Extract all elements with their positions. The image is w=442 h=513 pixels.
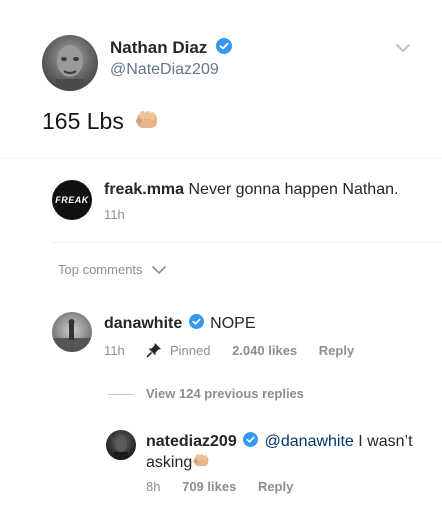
chevron-down-icon <box>152 263 166 278</box>
caption-time: 11h <box>104 207 125 222</box>
view-previous-replies-button[interactable]: View 124 previous replies <box>146 386 304 401</box>
natediaz209-username[interactable]: natediaz209 <box>146 433 237 450</box>
tweet-author-avatar[interactable] <box>42 35 98 91</box>
view-replies-line <box>108 394 134 395</box>
fist-emoji-icon <box>192 452 212 474</box>
caption-row: freak.mma Never gonna happen Nathan. <box>104 181 398 199</box>
reply-likes[interactable]: 709 likes <box>182 479 236 494</box>
silhouette-graphic <box>52 319 92 352</box>
natediaz209-avatar[interactable] <box>106 430 136 460</box>
natediaz209-reply-meta: 8h 709 likes Reply <box>146 479 293 494</box>
danawhite-username[interactable]: danawhite <box>104 315 182 332</box>
chevron-down-icon[interactable] <box>396 40 410 58</box>
danawhite-likes[interactable]: 2.040 likes <box>232 343 297 358</box>
reply-time: 8h <box>146 479 161 494</box>
reply-text-line1: I wasn’t <box>358 433 413 451</box>
danawhite-comment-row: danawhite NOPE <box>104 314 255 334</box>
caption-divider <box>52 242 442 243</box>
tweet-author-name-row: Nathan Diaz <box>110 38 233 59</box>
face-portrait-graphic <box>56 45 84 91</box>
reply-mention-link[interactable]: @danawhite <box>265 433 354 450</box>
danawhite-comment-text: NOPE <box>210 315 256 333</box>
danawhite-comment-time: 11h <box>104 342 125 358</box>
top-comments-selector[interactable]: Top comments <box>58 262 166 278</box>
reply-reply-button[interactable]: Reply <box>258 479 293 494</box>
danawhite-comment-meta: 11h Pinned 2.040 likes Reply <box>104 342 354 361</box>
pin-icon <box>146 342 162 361</box>
tweet-divider <box>0 158 442 159</box>
tweet-author-name[interactable]: Nathan Diaz <box>110 38 207 57</box>
verified-badge-icon <box>188 314 204 334</box>
tweet-text-row: 165 Lbs <box>42 108 162 138</box>
caption-text: Never gonna happen Nathan. <box>188 181 399 198</box>
tweet-author-handle[interactable]: @NateDiaz209 <box>110 61 219 79</box>
natediaz209-reply-line1: natediaz209 @danawhite I wasn’t <box>146 432 413 452</box>
danawhite-reply-button[interactable]: Reply <box>319 343 354 358</box>
face-portrait-graphic <box>114 436 128 460</box>
freak-mma-logo-text: FREAK <box>55 195 89 205</box>
fist-emoji-icon <box>134 108 162 138</box>
tweet-text: 165 Lbs <box>42 108 124 135</box>
top-comments-label: Top comments <box>58 262 143 277</box>
caption-username[interactable]: freak.mma <box>104 181 184 198</box>
verified-badge-icon <box>243 432 259 452</box>
verified-badge-icon <box>216 38 233 59</box>
freak-mma-avatar[interactable]: FREAK <box>52 180 92 220</box>
pinned-label: Pinned <box>169 342 211 358</box>
reply-text-line2: asking <box>146 454 193 472</box>
natediaz209-reply-line2: asking <box>146 452 212 474</box>
danawhite-avatar[interactable] <box>52 312 92 352</box>
